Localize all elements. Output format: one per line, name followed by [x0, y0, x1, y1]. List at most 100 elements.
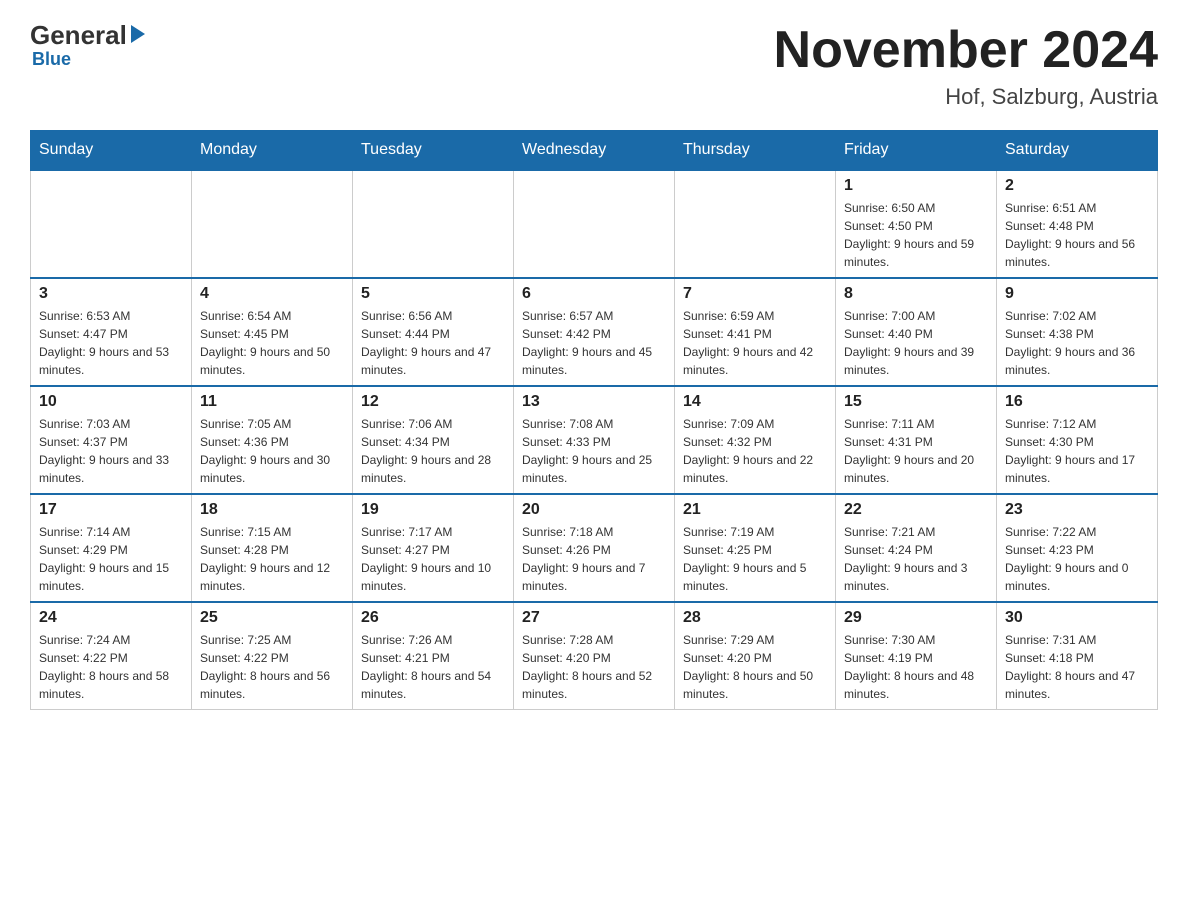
day-number: 2	[1005, 177, 1149, 195]
calendar-cell: 19Sunrise: 7:17 AMSunset: 4:27 PMDayligh…	[353, 494, 514, 602]
logo-arrow-icon	[131, 25, 145, 43]
day-number: 8	[844, 285, 988, 303]
day-info: Sunrise: 7:18 AMSunset: 4:26 PMDaylight:…	[522, 523, 666, 595]
day-info: Sunrise: 7:14 AMSunset: 4:29 PMDaylight:…	[39, 523, 183, 595]
day-info: Sunrise: 6:50 AMSunset: 4:50 PMDaylight:…	[844, 199, 988, 271]
day-number: 25	[200, 609, 344, 627]
calendar-cell: 18 Sunrise: 7:15 AMSunset: 4:28 PMDayligh…	[192, 494, 353, 602]
day-number: 11	[200, 393, 344, 411]
day-info: Sunrise: 7:31 AMSunset: 4:18 PMDaylight:…	[1005, 631, 1149, 703]
day-number: 24	[39, 609, 183, 627]
day-number: 26	[361, 609, 505, 627]
calendar-cell: 10 Sunrise: 7:03 AMSunset: 4:37 PMDayligh…	[31, 386, 192, 494]
weekday-header: Monday	[192, 131, 353, 171]
calendar-cell: 9Sunrise: 7:02 AMSunset: 4:38 PMDaylight…	[997, 278, 1158, 386]
calendar-cell: 23Sunrise: 7:22 AMSunset: 4:23 PMDayligh…	[997, 494, 1158, 602]
calendar-table: SundayMondayTuesdayWednesdayThursdayFrid…	[30, 130, 1158, 710]
day-info: Sunrise: 7:24 AMSunset: 4:22 PMDaylight:…	[39, 631, 183, 703]
page-header: General Blue November 2024 Hof, Salzburg…	[30, 20, 1158, 110]
calendar-cell: 16Sunrise: 7:12 AMSunset: 4:30 PMDayligh…	[997, 386, 1158, 494]
weekday-header: Saturday	[997, 131, 1158, 171]
logo-text: General	[30, 20, 145, 51]
day-number: 12	[361, 393, 505, 411]
calendar-week-row: 24 Sunrise: 7:24 AMSunset: 4:22 PMDayligh…	[31, 602, 1158, 710]
weekday-header: Tuesday	[353, 131, 514, 171]
calendar-cell: 25 Sunrise: 7:25 AMSunset: 4:22 PMDayligh…	[192, 602, 353, 710]
day-number: 5	[361, 285, 505, 303]
calendar-cell: 29Sunrise: 7:30 AMSunset: 4:19 PMDayligh…	[836, 602, 997, 710]
day-info: Sunrise: 7:06 AMSunset: 4:34 PMDaylight:…	[361, 415, 505, 487]
calendar-cell: 7 Sunrise: 6:59 AMSunset: 4:41 PMDaylight…	[675, 278, 836, 386]
calendar-cell: 6 Sunrise: 6:57 AMSunset: 4:42 PMDaylight…	[514, 278, 675, 386]
day-info: Sunrise: 7:00 AMSunset: 4:40 PMDaylight:…	[844, 307, 988, 379]
calendar-cell: 11 Sunrise: 7:05 AMSunset: 4:36 PMDayligh…	[192, 386, 353, 494]
day-number: 16	[1005, 393, 1149, 411]
calendar-title: November 2024	[774, 20, 1158, 80]
calendar-cell: 22Sunrise: 7:21 AMSunset: 4:24 PMDayligh…	[836, 494, 997, 602]
calendar-week-row: 3Sunrise: 6:53 AMSunset: 4:47 PMDaylight…	[31, 278, 1158, 386]
calendar-cell: 8 Sunrise: 7:00 AMSunset: 4:40 PMDaylight…	[836, 278, 997, 386]
calendar-cell: 30 Sunrise: 7:31 AMSunset: 4:18 PMDayligh…	[997, 602, 1158, 710]
calendar-cell: 27 Sunrise: 7:28 AMSunset: 4:20 PMDayligh…	[514, 602, 675, 710]
calendar-cell: 1Sunrise: 6:50 AMSunset: 4:50 PMDaylight…	[836, 170, 997, 278]
calendar-cell: 17 Sunrise: 7:14 AMSunset: 4:29 PMDayligh…	[31, 494, 192, 602]
day-info: Sunrise: 6:59 AMSunset: 4:41 PMDaylight:…	[683, 307, 827, 379]
calendar-cell: 15 Sunrise: 7:11 AMSunset: 4:31 PMDayligh…	[836, 386, 997, 494]
day-number: 15	[844, 393, 988, 411]
day-info: Sunrise: 7:09 AMSunset: 4:32 PMDaylight:…	[683, 415, 827, 487]
day-info: Sunrise: 7:26 AMSunset: 4:21 PMDaylight:…	[361, 631, 505, 703]
weekday-header: Friday	[836, 131, 997, 171]
calendar-cell	[675, 170, 836, 278]
day-number: 9	[1005, 285, 1149, 303]
logo-general: General	[30, 20, 127, 51]
logo-blue: Blue	[32, 49, 71, 70]
calendar-subtitle: Hof, Salzburg, Austria	[774, 84, 1158, 110]
day-info: Sunrise: 7:21 AMSunset: 4:24 PMDaylight:…	[844, 523, 988, 595]
calendar-cell	[192, 170, 353, 278]
day-info: Sunrise: 6:53 AMSunset: 4:47 PMDaylight:…	[39, 307, 183, 379]
day-info: Sunrise: 7:05 AMSunset: 4:36 PMDaylight:…	[200, 415, 344, 487]
day-info: Sunrise: 6:56 AMSunset: 4:44 PMDaylight:…	[361, 307, 505, 379]
day-info: Sunrise: 6:57 AMSunset: 4:42 PMDaylight:…	[522, 307, 666, 379]
day-number: 18	[200, 501, 344, 519]
calendar-cell: 4 Sunrise: 6:54 AMSunset: 4:45 PMDaylight…	[192, 278, 353, 386]
calendar-cell: 24 Sunrise: 7:24 AMSunset: 4:22 PMDayligh…	[31, 602, 192, 710]
calendar-cell: 13Sunrise: 7:08 AMSunset: 4:33 PMDayligh…	[514, 386, 675, 494]
day-number: 27	[522, 609, 666, 627]
day-number: 10	[39, 393, 183, 411]
calendar-cell	[31, 170, 192, 278]
calendar-week-row: 17 Sunrise: 7:14 AMSunset: 4:29 PMDayligh…	[31, 494, 1158, 602]
calendar-cell: 5 Sunrise: 6:56 AMSunset: 4:44 PMDaylight…	[353, 278, 514, 386]
day-number: 6	[522, 285, 666, 303]
day-number: 20	[522, 501, 666, 519]
day-info: Sunrise: 6:51 AMSunset: 4:48 PMDaylight:…	[1005, 199, 1149, 271]
calendar-cell: 21Sunrise: 7:19 AMSunset: 4:25 PMDayligh…	[675, 494, 836, 602]
day-info: Sunrise: 7:15 AMSunset: 4:28 PMDaylight:…	[200, 523, 344, 595]
day-info: Sunrise: 7:11 AMSunset: 4:31 PMDaylight:…	[844, 415, 988, 487]
day-number: 7	[683, 285, 827, 303]
day-info: Sunrise: 7:29 AMSunset: 4:20 PMDaylight:…	[683, 631, 827, 703]
day-number: 30	[1005, 609, 1149, 627]
day-info: Sunrise: 7:28 AMSunset: 4:20 PMDaylight:…	[522, 631, 666, 703]
logo: General Blue	[30, 20, 145, 70]
day-info: Sunrise: 7:25 AMSunset: 4:22 PMDaylight:…	[200, 631, 344, 703]
day-number: 14	[683, 393, 827, 411]
title-area: November 2024 Hof, Salzburg, Austria	[774, 20, 1158, 110]
day-info: Sunrise: 6:54 AMSunset: 4:45 PMDaylight:…	[200, 307, 344, 379]
day-number: 4	[200, 285, 344, 303]
calendar-cell	[514, 170, 675, 278]
day-info: Sunrise: 7:03 AMSunset: 4:37 PMDaylight:…	[39, 415, 183, 487]
calendar-cell: 14 Sunrise: 7:09 AMSunset: 4:32 PMDayligh…	[675, 386, 836, 494]
weekday-header: Thursday	[675, 131, 836, 171]
calendar-week-row: 10 Sunrise: 7:03 AMSunset: 4:37 PMDayligh…	[31, 386, 1158, 494]
day-info: Sunrise: 7:30 AMSunset: 4:19 PMDaylight:…	[844, 631, 988, 703]
calendar-week-row: 1Sunrise: 6:50 AMSunset: 4:50 PMDaylight…	[31, 170, 1158, 278]
day-number: 17	[39, 501, 183, 519]
day-number: 28	[683, 609, 827, 627]
day-info: Sunrise: 7:08 AMSunset: 4:33 PMDaylight:…	[522, 415, 666, 487]
day-number: 21	[683, 501, 827, 519]
day-number: 19	[361, 501, 505, 519]
calendar-cell: 28 Sunrise: 7:29 AMSunset: 4:20 PMDayligh…	[675, 602, 836, 710]
calendar-cell: 12 Sunrise: 7:06 AMSunset: 4:34 PMDayligh…	[353, 386, 514, 494]
calendar-cell: 2 Sunrise: 6:51 AMSunset: 4:48 PMDaylight…	[997, 170, 1158, 278]
